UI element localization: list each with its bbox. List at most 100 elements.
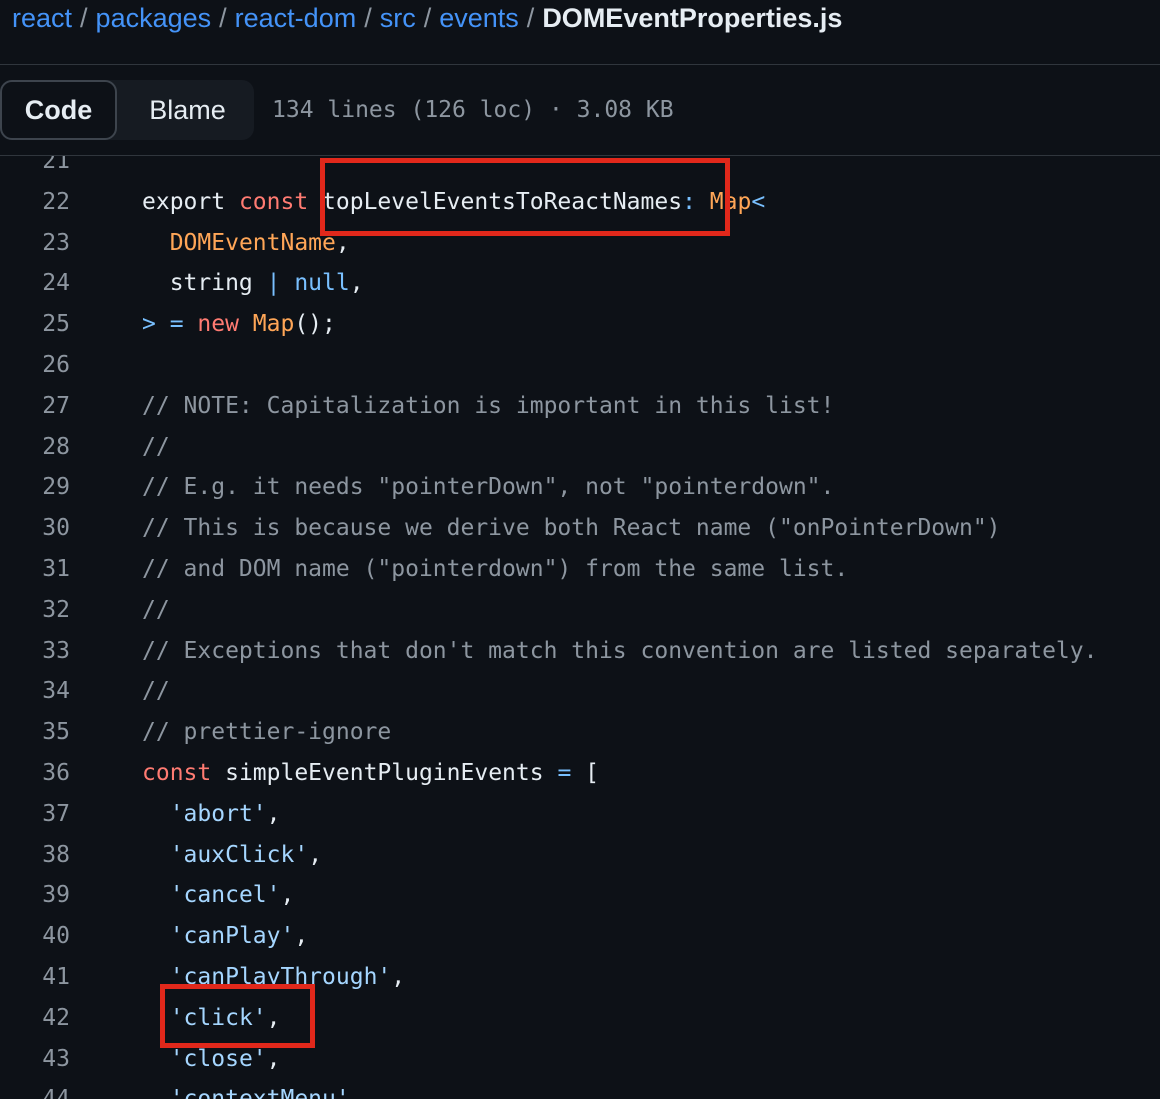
line-number[interactable]: 44 bbox=[0, 1079, 70, 1099]
code-line: 40 'canPlay', bbox=[0, 916, 1160, 957]
line-number[interactable]: 26 bbox=[0, 345, 70, 386]
file-toolbar: Code Blame 134 lines (126 loc) · 3.08 KB bbox=[0, 64, 1160, 156]
code-token: (); bbox=[294, 311, 336, 338]
code-token: // bbox=[142, 433, 170, 460]
code-token: // E.g. it needs "pointerDown", not "poi… bbox=[142, 474, 835, 501]
code-line: 39 'cancel', bbox=[0, 875, 1160, 916]
code-line: 21 bbox=[0, 156, 1160, 182]
line-number[interactable]: 37 bbox=[0, 794, 70, 835]
line-code: 'close', bbox=[142, 1039, 281, 1080]
code-token: // Exceptions that don't match this conv… bbox=[142, 637, 1098, 664]
line-code: // bbox=[142, 427, 170, 468]
line-number[interactable]: 30 bbox=[0, 508, 70, 549]
code-line: 38 'auxClick', bbox=[0, 835, 1160, 876]
breadcrumb-link-packages[interactable]: packages bbox=[96, 3, 212, 33]
line-number[interactable]: 29 bbox=[0, 467, 70, 508]
line-number[interactable]: 39 bbox=[0, 875, 70, 916]
code-token: , bbox=[391, 963, 406, 990]
code-view-button[interactable]: Code bbox=[0, 80, 117, 140]
breadcrumb-link-events[interactable]: events bbox=[439, 3, 519, 33]
code-token: , bbox=[266, 800, 281, 827]
line-code: // prettier-ignore bbox=[142, 712, 391, 753]
code-token: , bbox=[280, 882, 295, 909]
line-code: 'auxClick', bbox=[142, 835, 322, 876]
breadcrumb-separator: / bbox=[219, 3, 227, 33]
line-number[interactable]: 32 bbox=[0, 590, 70, 631]
code-line: 37 'abort', bbox=[0, 794, 1160, 835]
line-number[interactable]: 31 bbox=[0, 549, 70, 590]
code-token: = bbox=[557, 759, 586, 786]
line-number[interactable]: 22 bbox=[0, 182, 70, 223]
code-token: // This is because we derive both React … bbox=[142, 515, 1001, 542]
line-number[interactable]: 28 bbox=[0, 427, 70, 468]
code-token: // and DOM name ("pointerdown") from the… bbox=[142, 555, 849, 582]
breadcrumb-current-file: DOMEventProperties.js bbox=[542, 3, 843, 33]
code-line: 26 bbox=[0, 345, 1160, 386]
line-number[interactable]: 33 bbox=[0, 631, 70, 672]
line-number[interactable]: 36 bbox=[0, 753, 70, 794]
line-number[interactable]: 23 bbox=[0, 223, 70, 264]
line-number[interactable]: 42 bbox=[0, 998, 70, 1039]
code-token: const bbox=[142, 759, 226, 786]
line-number[interactable]: 24 bbox=[0, 263, 70, 304]
code-token: 'close' bbox=[169, 1045, 267, 1072]
code-token: null bbox=[294, 270, 350, 297]
line-code: 'contextMenu', bbox=[142, 1079, 364, 1099]
code-token: 'auxClick' bbox=[169, 841, 309, 868]
code-line: 34 // bbox=[0, 671, 1160, 712]
code-line: 27 // NOTE: Capitalization is important i… bbox=[0, 386, 1160, 427]
code-token: // prettier-ignore bbox=[142, 719, 392, 746]
code-token: , bbox=[349, 270, 364, 297]
code-token: , bbox=[266, 1045, 281, 1072]
breadcrumb-link-src[interactable]: src bbox=[380, 3, 416, 33]
breadcrumb-link-react[interactable]: react bbox=[12, 3, 72, 33]
line-number[interactable]: 34 bbox=[0, 671, 70, 712]
code-line: 22 export const topLevelEventsToReactName… bbox=[0, 182, 1160, 223]
line-code: > = new Map(); bbox=[142, 304, 336, 345]
breadcrumb: react / packages / react-dom / src / events / DOME… bbox=[12, 0, 842, 38]
code-token: Map bbox=[709, 188, 752, 215]
blame-view-button[interactable]: Blame bbox=[121, 80, 254, 140]
line-code: // and DOM name ("pointerdown") from the… bbox=[142, 549, 848, 590]
line-code: const simpleEventPluginEvents = [ bbox=[142, 753, 599, 794]
code-token: topLevelEventsToReactNames bbox=[322, 188, 683, 215]
code-token: simpleEventPluginEvents bbox=[225, 759, 558, 786]
line-number[interactable]: 21 bbox=[0, 156, 70, 182]
code-viewer[interactable]: 21 22 export const topLevelEventsToReactNa… bbox=[0, 156, 1160, 1099]
breadcrumb-link-react-dom[interactable]: react-dom bbox=[235, 3, 357, 33]
code-token: > = bbox=[142, 311, 198, 338]
line-number[interactable]: 35 bbox=[0, 712, 70, 753]
code-line: 29 // E.g. it needs "pointerDown", not "p… bbox=[0, 467, 1160, 508]
line-code: // This is because we derive both React … bbox=[142, 508, 1001, 549]
code-token: , bbox=[350, 1086, 364, 1099]
line-number[interactable]: 25 bbox=[0, 304, 70, 345]
code-token: , bbox=[294, 923, 309, 950]
line-code: string | null, bbox=[142, 263, 364, 304]
line-number[interactable]: 27 bbox=[0, 386, 70, 427]
code-token: new bbox=[197, 311, 253, 338]
line-code: 'click', bbox=[142, 998, 281, 1039]
line-number[interactable]: 43 bbox=[0, 1039, 70, 1080]
breadcrumb-separator: / bbox=[80, 3, 88, 33]
code-token: 'cancel' bbox=[169, 882, 281, 909]
line-code: export const topLevelEventsToReactNames:… bbox=[142, 182, 765, 223]
code-token: // bbox=[142, 678, 170, 705]
line-number[interactable]: 38 bbox=[0, 835, 70, 876]
code-line: 25 > = new Map(); bbox=[0, 304, 1160, 345]
line-code: // bbox=[142, 671, 170, 712]
line-code: // bbox=[142, 590, 170, 631]
code-token: < bbox=[751, 188, 766, 215]
line-number[interactable]: 41 bbox=[0, 957, 70, 998]
code-token: : bbox=[682, 188, 710, 215]
code-lines: 21 22 export const topLevelEventsToReactNa… bbox=[0, 156, 1160, 1099]
breadcrumb-separator: / bbox=[364, 3, 372, 33]
line-number[interactable]: 40 bbox=[0, 916, 70, 957]
view-mode-toggle: Code Blame bbox=[0, 80, 254, 140]
